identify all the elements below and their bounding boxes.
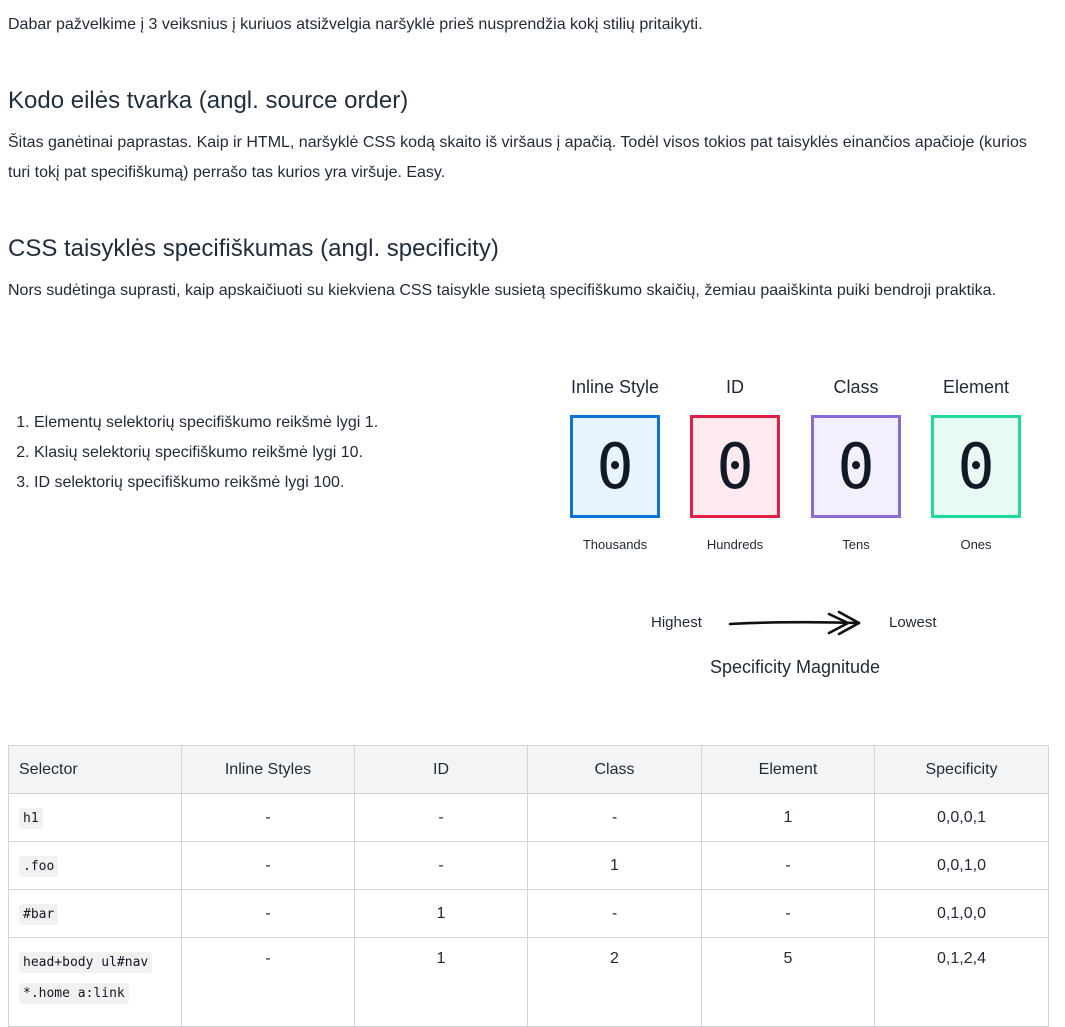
table-row: .foo - - 1 - 0,0,1,0	[8, 841, 1049, 890]
id-column: ID 0 Hundreds	[675, 370, 795, 555]
specificity-cell: 0,0,0,1	[874, 793, 1049, 842]
column-header: ID	[354, 745, 528, 794]
selector-code: h1	[19, 807, 43, 829]
selector-cell: #bar	[8, 889, 182, 938]
element-column: Element 0 Ones	[916, 370, 1036, 555]
column-title: Element	[942, 377, 1010, 397]
selector-cell: h1	[8, 793, 182, 842]
inline-style-counter: 0	[570, 415, 660, 518]
class-cell: 2	[527, 937, 702, 1027]
column-header: Specificity	[874, 745, 1049, 794]
element-cell: 1	[701, 793, 875, 842]
class-cell: -	[527, 793, 702, 842]
table-row: head+body ul#nav *.home a:link - 1 2 5 0…	[8, 937, 1049, 1027]
column-title: ID	[726, 377, 744, 397]
selector-code: #bar	[19, 903, 59, 925]
inline-style-column: Inline Style 0 Thousands	[555, 370, 675, 555]
specificity-cell: 0,0,1,0	[874, 841, 1049, 890]
list-item: ID selektorių specifiškumo reikšmė lygi …	[34, 468, 378, 498]
id-counter: 0	[690, 415, 780, 518]
specificity-rules-list: Elementų selektorių specifiškumo reikšmė…	[8, 408, 378, 498]
selector-cell: head+body ul#nav *.home a:link	[8, 937, 182, 1027]
class-cell: 1	[527, 841, 702, 890]
table-row: h1 - - - 1 0,0,0,1	[8, 793, 1049, 842]
magnitude-arrow-row: Highest Lowest	[555, 606, 1045, 640]
column-subtitle: Ones	[960, 537, 992, 552]
right-arrow-icon	[728, 610, 861, 636]
lowest-label: Lowest	[889, 614, 937, 631]
column-subtitle: Thousands	[582, 537, 648, 552]
id-cell: 1	[354, 889, 528, 938]
intro-text: Dabar pažvelkime į 3 veiksnius į kuriuos…	[8, 16, 703, 33]
column-header: Element	[701, 745, 875, 794]
magnitude-caption: Specificity Magnitude	[709, 657, 881, 677]
inline-cell: -	[181, 793, 355, 842]
column-title: Inline Style	[570, 377, 660, 397]
id-cell: -	[354, 841, 528, 890]
specificity-table: Selector Inline Styles ID Class Element …	[8, 745, 1049, 1027]
id-cell: 1	[354, 937, 528, 1027]
column-header: Selector	[8, 745, 182, 794]
specificity-text: Nors sudėtinga suprasti, kaip apskaičiuo…	[8, 282, 997, 299]
selector-code: head+body ul#nav	[19, 952, 153, 973]
column-header: Class	[527, 745, 702, 794]
column-title: Class	[833, 377, 879, 397]
table-row: #bar - 1 - - 0,1,0,0	[8, 889, 1049, 938]
specificity-cell: 0,1,0,0	[874, 889, 1049, 938]
selector-cell: .foo	[8, 841, 182, 890]
list-item: Klasių selektorių specifiškumo reikšmė l…	[34, 438, 378, 468]
column-subtitle: Tens	[842, 537, 870, 552]
inline-cell: -	[181, 841, 355, 890]
class-column: Class 0 Tens	[796, 370, 916, 555]
column-subtitle: Hundreds	[706, 537, 764, 552]
specificity-cell: 0,1,2,4	[874, 937, 1049, 1027]
inline-cell: -	[181, 889, 355, 938]
specificity-diagram: Inline Style 0 Thousands ID 0 Hundreds C…	[555, 370, 1045, 690]
source-order-heading: Kodo eilės tvarka (angl. source order)	[8, 87, 409, 114]
selector-code: .foo	[19, 855, 59, 877]
class-cell: -	[527, 889, 702, 938]
table-header-row: Selector Inline Styles ID Class Element …	[8, 745, 1049, 794]
list-item: Elementų selektorių specifiškumo reikšmė…	[34, 408, 378, 438]
element-counter: 0	[931, 415, 1021, 518]
column-header: Inline Styles	[181, 745, 355, 794]
highest-label: Highest	[651, 614, 702, 631]
inline-cell: -	[181, 937, 355, 1027]
specificity-heading: CSS taisyklės specifiškumas (angl. speci…	[8, 235, 499, 262]
source-order-text: Šitas ganėtinai paprastas. Kaip ir HTML,…	[8, 134, 1027, 181]
class-counter: 0	[811, 415, 901, 518]
element-cell: -	[701, 841, 875, 890]
id-cell: -	[354, 793, 528, 842]
element-cell: 5	[701, 937, 875, 1027]
element-cell: -	[701, 889, 875, 938]
selector-code: *.home a:link	[19, 983, 129, 1004]
